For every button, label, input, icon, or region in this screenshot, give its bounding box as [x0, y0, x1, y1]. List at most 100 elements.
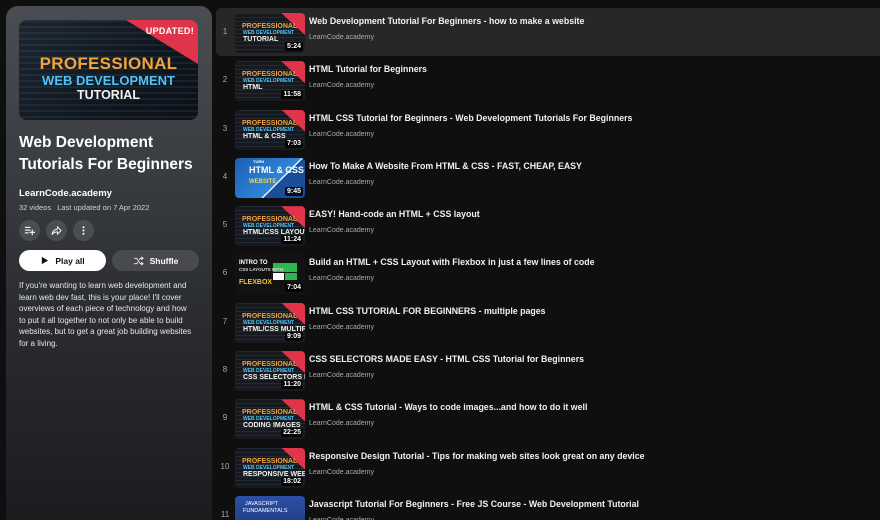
video-index: 4	[222, 171, 228, 181]
video-title-link[interactable]: HTML Tutorial for Beginners	[309, 64, 427, 74]
shuffle-label: Shuffle	[149, 255, 179, 266]
video-title-link[interactable]: Build an HTML + CSS Layout with Flexbox …	[309, 257, 595, 267]
video-index: 2	[222, 75, 228, 85]
thumbnail-line-1: PROFESSIONAL	[242, 361, 298, 369]
play-icon	[42, 256, 49, 265]
playlist-video-row[interactable]: 8 PROFESSIONAL WEB DEVELOPMENT CSS SELEC…	[216, 346, 880, 394]
thumbnail-line-1: JAVASCRIPT	[245, 500, 279, 507]
video-thumbnail[interactable]: PROFESSIONAL WEB DEVELOPMENT CSS SELECTO…	[235, 351, 305, 392]
video-thumbnail[interactable]: PROFESSIONAL WEB DEVELOPMENT HTML/CSS LA…	[235, 206, 305, 247]
thumbnail-line-2: FUNDAMENTALS	[243, 507, 288, 514]
play-controls: Play all Shuffle	[19, 250, 199, 271]
play-all-button[interactable]: Play all	[19, 250, 106, 271]
duration-badge: 5:24	[284, 42, 303, 51]
video-channel-link[interactable]: LearnCode.academy	[309, 372, 374, 379]
video-thumbnail[interactable]: JAVASCRIPT FUNDAMENTALS	[235, 495, 305, 520]
playlist-video-row[interactable]: 1 PROFESSIONAL WEB DEVELOPMENT TUTORIAL …	[216, 8, 880, 57]
thumbnail-line-1: PROFESSIONAL	[242, 216, 298, 224]
thumbnail-line-2: CSS LAYOUTS WITH	[239, 267, 284, 273]
playlist-video-row[interactable]: 3 PROFESSIONAL WEB DEVELOPMENT HTML & CS…	[216, 105, 880, 153]
video-title-link[interactable]: Web Development Tutorial For Beginners -…	[309, 16, 584, 26]
playlist-video-row[interactable]: 2 PROFESSIONAL WEB DEVELOPMENT HTML 11:5…	[216, 56, 880, 104]
duration-badge: 11:58	[281, 90, 303, 100]
video-title-link[interactable]: How To Make A Website From HTML & CSS - …	[309, 161, 582, 171]
video-thumbnail[interactable]: INTRO TO CSS LAYOUTS WITH FLEXBOX 7:04	[235, 254, 305, 295]
thumbnail-line-3: HTML & CSS	[243, 132, 286, 140]
thumbnail-line-1: PROFESSIONAL	[242, 23, 298, 30]
thumbnail-line-2: TURN	[253, 158, 265, 164]
duration-badge: 11:20	[281, 380, 303, 390]
last-updated: Last updated on 7 Apr 2022	[57, 203, 150, 212]
video-thumbnail[interactable]: HTML & CSS TURN WEBSITE 9:45	[235, 157, 305, 198]
flex-box-graphic	[285, 273, 297, 281]
share-icon	[51, 225, 62, 236]
video-channel-link[interactable]: LearnCode.academy	[309, 275, 374, 282]
playlist-video-row[interactable]: 7 PROFESSIONAL WEB DEVELOPMENT HTML/CSS …	[216, 298, 880, 346]
video-thumbnail[interactable]: PROFESSIONAL WEB DEVELOPMENT HTML 11:58	[235, 61, 305, 102]
video-thumbnail[interactable]: PROFESSIONAL WEB DEVELOPMENT TUTORIAL 5:…	[235, 13, 305, 53]
thumbnail-line-3: WEBSITE	[249, 178, 277, 185]
video-index: 3	[222, 123, 228, 133]
thumbnail-line-1: HTML & CSS	[249, 164, 304, 175]
flex-box-graphic	[273, 273, 284, 281]
video-index: 11	[220, 509, 230, 519]
duration-badge: 11:24	[281, 235, 303, 245]
video-channel-link[interactable]: LearnCode.academy	[309, 131, 374, 138]
video-channel-link[interactable]: LearnCode.academy	[309, 469, 374, 476]
duration-badge: 7:04	[284, 283, 303, 293]
video-thumbnail[interactable]: PROFESSIONAL WEB DEVELOPMENT CODING IMAG…	[235, 399, 305, 440]
playlist-title: Web Development Tutorials For Beginners	[19, 134, 193, 173]
shuffle-button[interactable]: Shuffle	[112, 250, 199, 271]
thumbnail-line-1: INTRO TO	[239, 260, 268, 267]
video-title-link[interactable]: Javascript Tutorial For Beginners - Free…	[309, 499, 639, 509]
video-channel-link[interactable]: LearnCode.academy	[309, 34, 374, 41]
play-all-label: Play all	[55, 255, 85, 266]
shuffle-icon	[133, 256, 144, 265]
playlist-video-row[interactable]: 5 PROFESSIONAL WEB DEVELOPMENT HTML/CSS …	[216, 201, 880, 249]
playlist-video-row[interactable]: 6 INTRO TO CSS LAYOUTS WITH FLEXBOX 7:04…	[216, 249, 880, 297]
thumbnail-line-1: PROFESSIONAL	[242, 409, 298, 417]
thumbnail-line-1: PROFESSIONAL	[242, 119, 298, 127]
save-playlist-button[interactable]	[19, 220, 40, 241]
duration-badge: 9:09	[284, 331, 303, 341]
video-index: 5	[222, 220, 228, 230]
video-channel-link[interactable]: LearnCode.academy	[309, 82, 374, 89]
playlist-video-row[interactable]: 11 JAVASCRIPT FUNDAMENTALS Javascript Tu…	[216, 491, 880, 520]
video-title-link[interactable]: EASY! Hand-code an HTML + CSS layout	[309, 209, 480, 219]
playlist-meta: 32 videos Last updated on 7 Apr 2022	[19, 203, 199, 212]
video-channel-link[interactable]: LearnCode.academy	[309, 420, 374, 427]
video-title-link[interactable]: Responsive Design Tutorial - Tips for ma…	[309, 451, 645, 461]
video-channel-link[interactable]: LearnCode.academy	[309, 179, 374, 186]
video-index: 8	[222, 365, 228, 375]
duration-badge: 9:45	[284, 186, 303, 196]
cover-line-2: WEB DEVELOPMENT	[42, 73, 175, 88]
video-index: 7	[222, 316, 228, 326]
video-title-link[interactable]: HTML CSS Tutorial for Beginners - Web De…	[309, 113, 632, 123]
video-title-link[interactable]: CSS SELECTORS MADE EASY - HTML CSS Tutor…	[309, 354, 584, 364]
video-index: 6	[222, 268, 228, 278]
playlist-video-row[interactable]: 10 PROFESSIONAL WEB DEVELOPMENT RESPONSI…	[216, 443, 880, 491]
video-thumbnail[interactable]: PROFESSIONAL WEB DEVELOPMENT RESPONSIVE …	[235, 447, 305, 488]
playlist-description: If you're wanting to learn web developme…	[19, 281, 192, 348]
share-button[interactable]	[46, 220, 67, 241]
playlist-add-icon	[24, 226, 35, 236]
thumbnail-line-1: PROFESSIONAL	[242, 71, 298, 79]
video-channel-link[interactable]: LearnCode.academy	[309, 227, 374, 234]
duration-badge: 18:02	[281, 476, 303, 486]
video-channel-link[interactable]: LearnCode.academy	[309, 324, 374, 331]
video-title-link[interactable]: HTML CSS TUTORIAL FOR BEGINNERS - multip…	[309, 306, 546, 316]
video-thumbnail[interactable]: PROFESSIONAL WEB DEVELOPMENT HTML/CSS MU…	[235, 302, 305, 343]
thumbnail-line-1: PROFESSIONAL	[242, 457, 298, 465]
playlist-video-list: 1 PROFESSIONAL WEB DEVELOPMENT TUTORIAL …	[216, 8, 880, 520]
thumbnail-line-3: TUTORIAL	[243, 36, 279, 43]
video-count: 32 videos	[19, 203, 52, 212]
playlist-channel-link[interactable]: LearnCode.academy	[19, 188, 199, 199]
video-thumbnail[interactable]: PROFESSIONAL WEB DEVELOPMENT HTML & CSS …	[235, 109, 305, 150]
video-index: 1	[222, 27, 228, 36]
more-actions-button[interactable]	[73, 220, 94, 241]
video-title-link[interactable]: HTML & CSS Tutorial - Ways to code image…	[309, 402, 587, 412]
playlist-video-row[interactable]: 9 PROFESSIONAL WEB DEVELOPMENT CODING IM…	[216, 394, 880, 442]
playlist-cover-thumbnail[interactable]: UPDATED! PROFESSIONAL WEB DEVELOPMENT TU…	[19, 20, 198, 120]
playlist-video-row[interactable]: 4 HTML & CSS TURN WEBSITE 9:45 How To Ma…	[216, 153, 880, 201]
playlist-header-panel: UPDATED! PROFESSIONAL WEB DEVELOPMENT TU…	[6, 6, 212, 520]
